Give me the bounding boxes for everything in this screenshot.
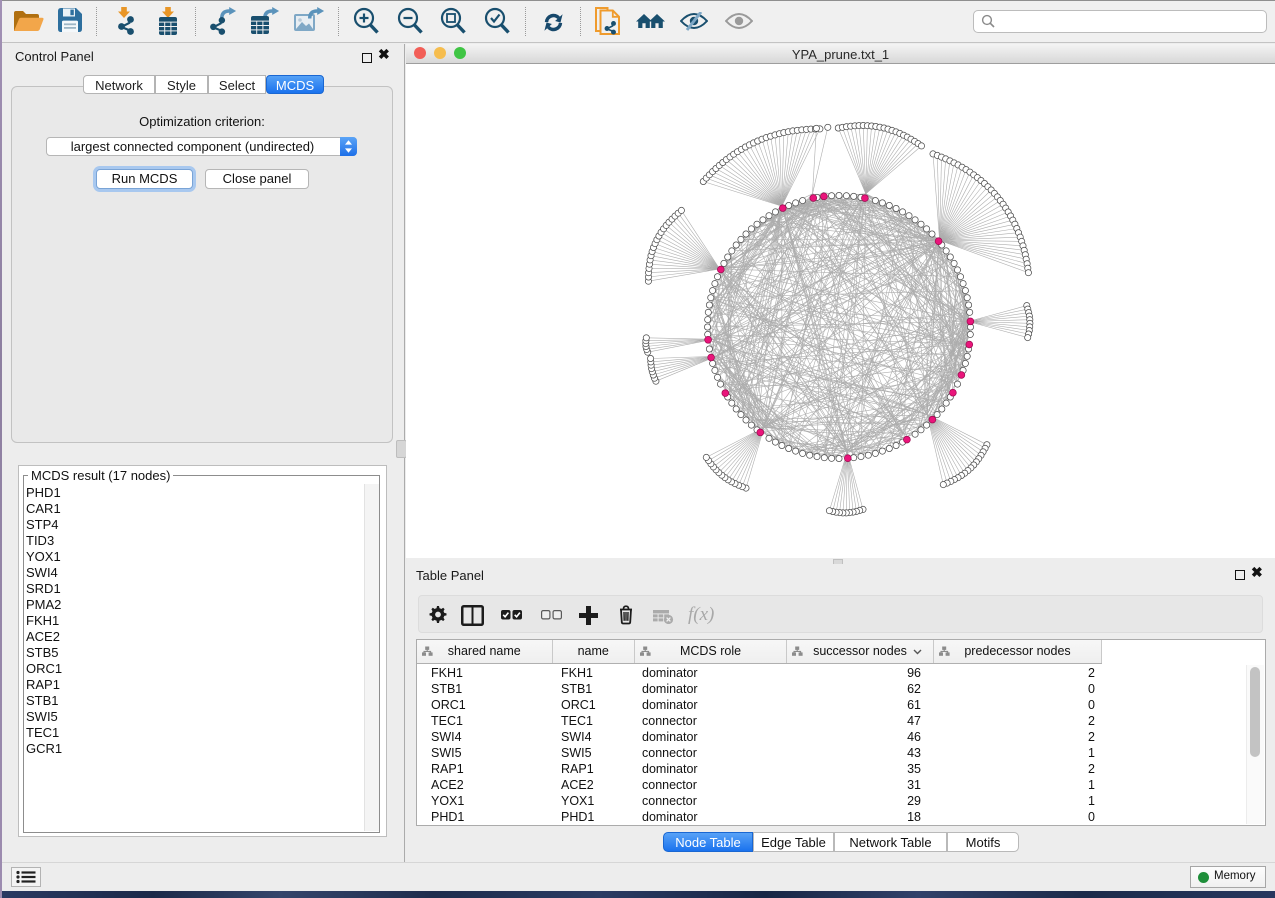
svg-text:f(x): f(x) (688, 604, 714, 625)
